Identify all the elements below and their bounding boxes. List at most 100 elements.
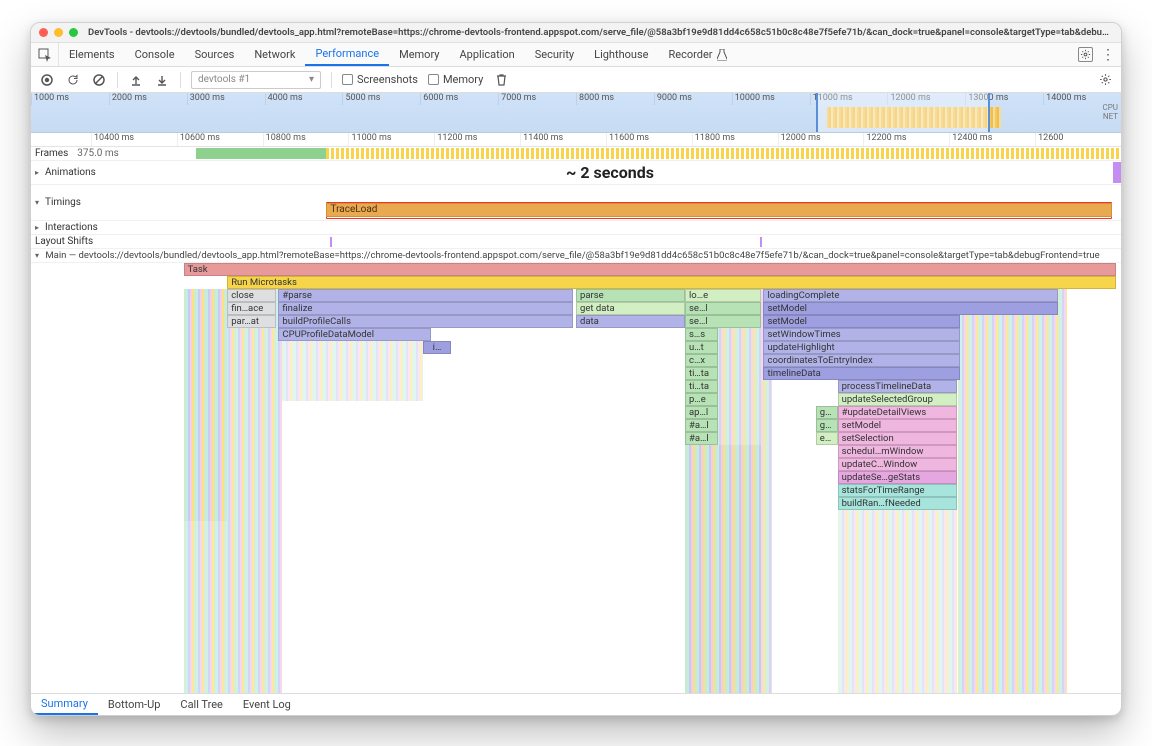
- frames-track[interactable]: Frames 375.0 ms: [31, 147, 1121, 161]
- overview-tick: 7000 ms: [498, 93, 576, 105]
- expand-icon[interactable]: ▸: [35, 168, 43, 177]
- reload-icon[interactable]: [65, 72, 81, 88]
- tab-network[interactable]: Network: [244, 43, 305, 66]
- flame-entry[interactable]: u…t: [685, 341, 718, 354]
- flame-entry[interactable]: #parse: [278, 289, 572, 302]
- flame-task[interactable]: Task: [184, 263, 1116, 276]
- frames-label: Frames: [35, 148, 68, 159]
- animation-bar: [1113, 162, 1121, 183]
- flame-entry[interactable]: #updateDetailViews: [838, 406, 958, 419]
- minimize-icon[interactable]: [54, 28, 63, 37]
- close-icon[interactable]: [39, 28, 48, 37]
- tab-calltree[interactable]: Call Tree: [170, 694, 232, 715]
- tab-summary[interactable]: Summary: [31, 694, 98, 715]
- flame-entry[interactable]: g…: [816, 419, 838, 432]
- details-tabs: Summary Bottom-Up Call Tree Event Log: [31, 693, 1121, 715]
- flame-entry[interactable]: processTimelineData: [838, 380, 958, 393]
- flame-entry[interactable]: ti…ta: [685, 380, 718, 393]
- overview-selection[interactable]: [816, 93, 990, 132]
- download-icon[interactable]: [154, 72, 170, 88]
- layout-shifts-label: Layout Shifts: [35, 236, 93, 247]
- flame-entry[interactable]: s…s: [685, 328, 718, 341]
- tab-security[interactable]: Security: [525, 43, 584, 66]
- flame-entry[interactable]: scheduI…mWindow: [838, 445, 958, 458]
- flame-entry[interactable]: updateSelectedGroup: [838, 393, 958, 406]
- tab-recorder[interactable]: Recorder: [658, 43, 736, 66]
- tab-memory[interactable]: Memory: [389, 43, 449, 66]
- tab-console[interactable]: Console: [125, 43, 185, 66]
- time-ruler[interactable]: 10400 ms 10600 ms 10800 ms 11000 ms 1120…: [31, 133, 1121, 147]
- panel-settings-icon[interactable]: [1097, 72, 1113, 88]
- flame-entry[interactable]: timelineData: [763, 367, 959, 380]
- tab-elements[interactable]: Elements: [59, 43, 125, 66]
- inspect-element-icon[interactable]: [31, 43, 59, 66]
- flame-entry[interactable]: setModel: [763, 302, 1057, 315]
- flame-entry[interactable]: ti…ta: [685, 367, 718, 380]
- flame-entry[interactable]: c…x: [685, 354, 718, 367]
- tab-performance[interactable]: Performance: [305, 43, 389, 66]
- flame-entry[interactable]: parse: [576, 289, 685, 302]
- flame-entry[interactable]: #a…l: [685, 432, 718, 445]
- flame-entry[interactable]: updateHighlight: [763, 341, 959, 354]
- flame-entry[interactable]: buildRan…fNeeded: [838, 497, 958, 510]
- annotation-text: ~ 2 seconds: [566, 163, 654, 182]
- flame-entry[interactable]: se…l: [685, 315, 761, 328]
- flame-entry[interactable]: par…at: [227, 315, 276, 328]
- flame-entry[interactable]: setModel: [763, 315, 959, 328]
- screenshots-checkbox[interactable]: Screenshots: [342, 73, 418, 86]
- flame-entry[interactable]: setModel: [838, 419, 958, 432]
- flame-entry[interactable]: #a…l: [685, 419, 718, 432]
- flask-icon: [717, 49, 727, 61]
- layout-shifts-track[interactable]: Layout Shifts: [31, 235, 1121, 249]
- main-thread-header[interactable]: ▾ Main — devtools://devtools/bundled/dev…: [31, 249, 1121, 263]
- tab-bottomup[interactable]: Bottom-Up: [98, 694, 171, 715]
- flame-entry[interactable]: close: [227, 289, 276, 302]
- flame-entry[interactable]: coordinatesToEntryIndex: [763, 354, 959, 367]
- timeline-overview[interactable]: 1000 ms 2000 ms 3000 ms 4000 ms 5000 ms …: [31, 93, 1121, 133]
- record-icon[interactable]: [39, 72, 55, 88]
- settings-icon[interactable]: [1078, 47, 1093, 62]
- tab-lighthouse[interactable]: Lighthouse: [584, 43, 658, 66]
- layout-shift-marker: [760, 237, 762, 247]
- flame-entry[interactable]: p…e: [685, 393, 718, 406]
- upload-icon[interactable]: [128, 72, 144, 88]
- flame-chart[interactable]: Task Run Microtasks close #parse parse l…: [31, 263, 1121, 693]
- trash-icon[interactable]: [493, 72, 509, 88]
- flame-entry[interactable]: ap…l: [685, 406, 718, 419]
- kebab-icon[interactable]: ⋮: [1101, 50, 1115, 60]
- flame-entry[interactable]: setWindowTimes: [763, 328, 959, 341]
- tab-eventlog[interactable]: Event Log: [233, 694, 301, 715]
- flame-entry[interactable]: updateSe…geStats: [838, 471, 958, 484]
- clear-icon[interactable]: [91, 72, 107, 88]
- maximize-icon[interactable]: [69, 28, 78, 37]
- timings-track[interactable]: ▾Timings ~ 2 seconds TraceLoad: [31, 185, 1121, 221]
- interactions-track[interactable]: ▸Interactions: [31, 221, 1121, 235]
- flame-entry[interactable]: fin…ace: [227, 302, 276, 315]
- flame-entry[interactable]: buildProfileCalls: [278, 315, 572, 328]
- frame-bars: [326, 148, 1122, 159]
- session-select[interactable]: devtools #1 ▾: [191, 71, 321, 89]
- flame-entry[interactable]: finalize: [278, 302, 572, 315]
- frame-bar: [196, 148, 326, 159]
- tab-application[interactable]: Application: [449, 43, 524, 66]
- flame-entry[interactable]: se…l: [685, 302, 761, 315]
- flame-entry[interactable]: lo…e: [685, 289, 761, 302]
- flame-entry[interactable]: statsForTimeRange: [838, 484, 958, 497]
- collapse-icon[interactable]: ▾: [35, 198, 43, 207]
- memory-checkbox[interactable]: Memory: [428, 73, 483, 86]
- flame-microtasks[interactable]: Run Microtasks: [227, 276, 1115, 289]
- flame-entry[interactable]: i…: [423, 341, 450, 354]
- flame-entry[interactable]: CPUProfileDataModel: [278, 328, 431, 341]
- tab-sources[interactable]: Sources: [185, 43, 245, 66]
- collapse-icon[interactable]: ▾: [35, 251, 43, 260]
- ruler-tick: 10800 ms: [263, 133, 349, 146]
- flame-entry[interactable]: updateC…Window: [838, 458, 958, 471]
- traceload-bar[interactable]: TraceLoad: [326, 203, 1112, 217]
- flame-entry[interactable]: loadingComplete: [763, 289, 1057, 302]
- flame-entry[interactable]: e…: [816, 432, 838, 445]
- flame-entry[interactable]: setSelection: [838, 432, 958, 445]
- flame-entry[interactable]: get data: [576, 302, 685, 315]
- flame-entry[interactable]: data: [576, 315, 685, 328]
- expand-icon[interactable]: ▸: [35, 223, 43, 232]
- flame-entry[interactable]: g…: [816, 406, 838, 419]
